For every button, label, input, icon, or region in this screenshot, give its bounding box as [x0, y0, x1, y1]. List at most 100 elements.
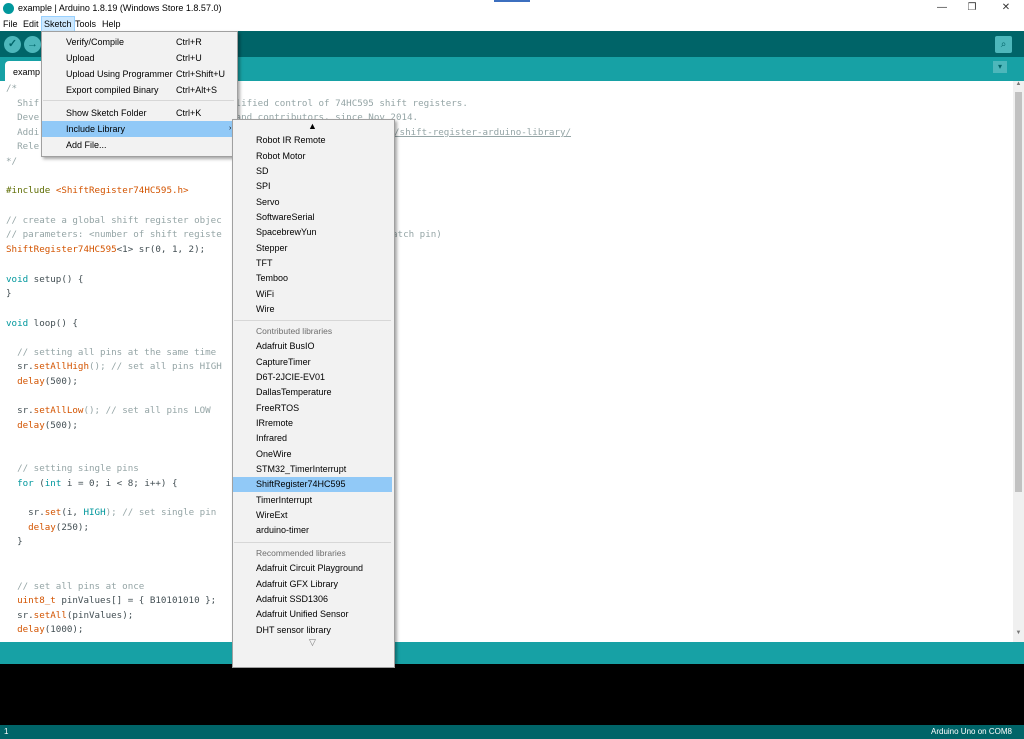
library-item[interactable]: FreeRTOS — [233, 401, 392, 416]
recommended-libraries-header: Recommended libraries — [256, 548, 346, 558]
code-line: Shif plified control of 74HC595 shift reg… — [6, 98, 468, 109]
library-item[interactable]: TFT — [233, 256, 392, 271]
code-line: delay(250); — [6, 522, 89, 533]
code-line: ShiftRegister74HC595<1> sr(0, 1, 2); — [6, 244, 206, 255]
serial-monitor-button[interactable]: ⌕ — [995, 36, 1012, 53]
menu-separator — [234, 542, 391, 543]
library-item[interactable]: SoftwareSerial — [233, 210, 392, 225]
tab-example[interactable]: examp — [5, 61, 45, 81]
code-line: delay(1000); — [6, 624, 84, 635]
title-accent — [494, 0, 530, 2]
code-line: uint8_t pinValues[] = { B10101010 }; — [6, 595, 217, 606]
close-button[interactable]: ✕ — [990, 0, 1022, 17]
title-bar: example | Arduino 1.8.19 (Windows Store … — [0, 0, 1024, 17]
code-line: delay(500); — [6, 376, 78, 387]
code-line: for (int i = 0; i < 8; i++) { — [6, 478, 178, 489]
library-item[interactable]: SPI — [233, 179, 392, 194]
library-item[interactable]: Adafruit BusIO — [233, 339, 392, 354]
library-item[interactable]: IRremote — [233, 416, 392, 431]
menu-include-library[interactable]: Include Library › — [42, 121, 235, 137]
library-item[interactable]: Wire — [233, 302, 392, 317]
code-line: /* — [6, 83, 18, 94]
library-item[interactable]: Robot Motor — [233, 149, 392, 164]
scroll-down-arrow-icon[interactable]: ▽ — [233, 637, 392, 648]
code-line: sr.setAllHigh(); // set all pins HIGH — [6, 361, 222, 372]
library-item[interactable]: D6T-2JCIE-EV01 — [233, 370, 392, 385]
tab-menu-button[interactable]: ▾ — [993, 61, 1007, 73]
maximize-button[interactable]: ❐ — [956, 0, 988, 17]
library-item[interactable]: DHT sensor library — [233, 623, 392, 638]
code-line: void loop() { — [6, 318, 78, 329]
code-line: // setting all pins at the same time — [6, 347, 217, 358]
library-item[interactable]: WireExt — [233, 508, 392, 523]
scrollbar-thumb[interactable] — [1015, 92, 1022, 492]
code-line: void setup() { — [6, 274, 84, 285]
upload-button[interactable]: → — [24, 36, 41, 53]
code-line: sr.setAll(pinValues); — [6, 610, 134, 621]
console-output — [0, 664, 1024, 725]
library-item[interactable]: Adafruit Circuit Playground — [233, 561, 392, 576]
scroll-up-arrow-icon[interactable]: ▲ — [233, 121, 392, 131]
code-line: Rele — [6, 141, 40, 152]
line-number: 1 — [4, 727, 9, 736]
include-library-submenu: ▲ Robot IR Remote Robot Motor SD SPI Ser… — [232, 119, 395, 668]
code-line: Deve and contributors, since Nov 2014. — [6, 112, 419, 123]
code-line: Addi/shift-register-arduino-library/ — [6, 127, 572, 138]
library-item[interactable]: TimerInterrupt — [233, 493, 392, 508]
menu-show-sketch-folder[interactable]: Show Sketch Folder Ctrl+K — [42, 105, 235, 121]
code-line: } — [6, 288, 12, 299]
code-line: // set all pins at once — [6, 581, 145, 592]
code-line: // create a global shift register objec — [6, 215, 222, 226]
menu-verify-compile[interactable]: Verify/Compile Ctrl+R — [42, 34, 235, 50]
bottom-status-bar: 1 Arduino Uno on COM8 — [0, 725, 1024, 739]
code-line: } — [6, 536, 23, 547]
menu-edit[interactable]: Edit — [21, 17, 41, 31]
scroll-up-icon[interactable]: ▲ — [1013, 81, 1024, 91]
arduino-logo-icon — [3, 3, 14, 14]
library-item[interactable]: Servo — [233, 195, 392, 210]
library-item[interactable]: Adafruit SSD1306 — [233, 592, 392, 607]
library-item-shiftregister74hc595[interactable]: ShiftRegister74HC595 — [233, 477, 392, 492]
library-item[interactable]: SpacebrewYun — [233, 225, 392, 240]
library-item[interactable]: OneWire — [233, 447, 392, 462]
contributed-libraries-header: Contributed libraries — [256, 326, 333, 336]
library-item[interactable]: WiFi — [233, 287, 392, 302]
code-line: sr.set(i, HIGH); // set single pin — [6, 507, 217, 518]
library-item[interactable]: DallasTemperature — [233, 385, 392, 400]
code-line: sr.setAllLow(); // set all pins LOW — [6, 405, 211, 416]
menu-sketch[interactable]: Sketch — [41, 16, 75, 32]
library-item[interactable]: Adafruit GFX Library — [233, 577, 392, 592]
status-bar — [0, 642, 1024, 664]
code-line: // setting single pins — [6, 463, 139, 474]
verify-button[interactable]: ✓ — [4, 36, 21, 53]
library-item[interactable]: Stepper — [233, 241, 392, 256]
scroll-down-icon[interactable]: ▼ — [1013, 630, 1024, 640]
menu-export-binary[interactable]: Export compiled Binary Ctrl+Alt+S — [42, 82, 235, 98]
menu-tools[interactable]: Tools — [73, 17, 98, 31]
library-item[interactable]: arduino-timer — [233, 523, 392, 538]
menu-help[interactable]: Help — [100, 17, 123, 31]
menu-separator — [234, 320, 391, 321]
library-item[interactable]: Adafruit Unified Sensor — [233, 607, 392, 622]
menu-bar: File Edit Sketch Tools Help — [0, 16, 1024, 32]
library-item[interactable]: SD — [233, 164, 392, 179]
menu-upload-programmer[interactable]: Upload Using Programmer Ctrl+Shift+U — [42, 66, 235, 82]
library-item[interactable]: STM32_TimerInterrupt — [233, 462, 392, 477]
code-editor[interactable]: /* Shif plified control of 74HC595 shift … — [0, 81, 1013, 642]
library-item[interactable]: Temboo — [233, 271, 392, 286]
minimize-button[interactable]: — — [926, 0, 958, 17]
sketch-menu: Verify/Compile Ctrl+R Upload Ctrl+U Upload… — [41, 31, 238, 157]
code-line: // parameters: <number of shift registe a… — [6, 229, 442, 240]
code-line: */ — [6, 156, 18, 167]
library-item[interactable]: Robot IR Remote — [233, 133, 392, 148]
code-line: #include <ShiftRegister74HC595.h> — [6, 185, 189, 196]
menu-add-file[interactable]: Add File... — [42, 137, 235, 153]
menu-separator — [43, 100, 234, 101]
board-port-label: Arduino Uno on COM8 — [931, 727, 1012, 736]
code-line: delay(500); — [6, 420, 78, 431]
menu-upload[interactable]: Upload Ctrl+U — [42, 50, 235, 66]
menu-file[interactable]: File — [1, 17, 20, 31]
submenu-arrow-icon: › — [229, 125, 232, 132]
library-item[interactable]: Infrared — [233, 431, 392, 446]
library-item[interactable]: CaptureTimer — [233, 355, 392, 370]
